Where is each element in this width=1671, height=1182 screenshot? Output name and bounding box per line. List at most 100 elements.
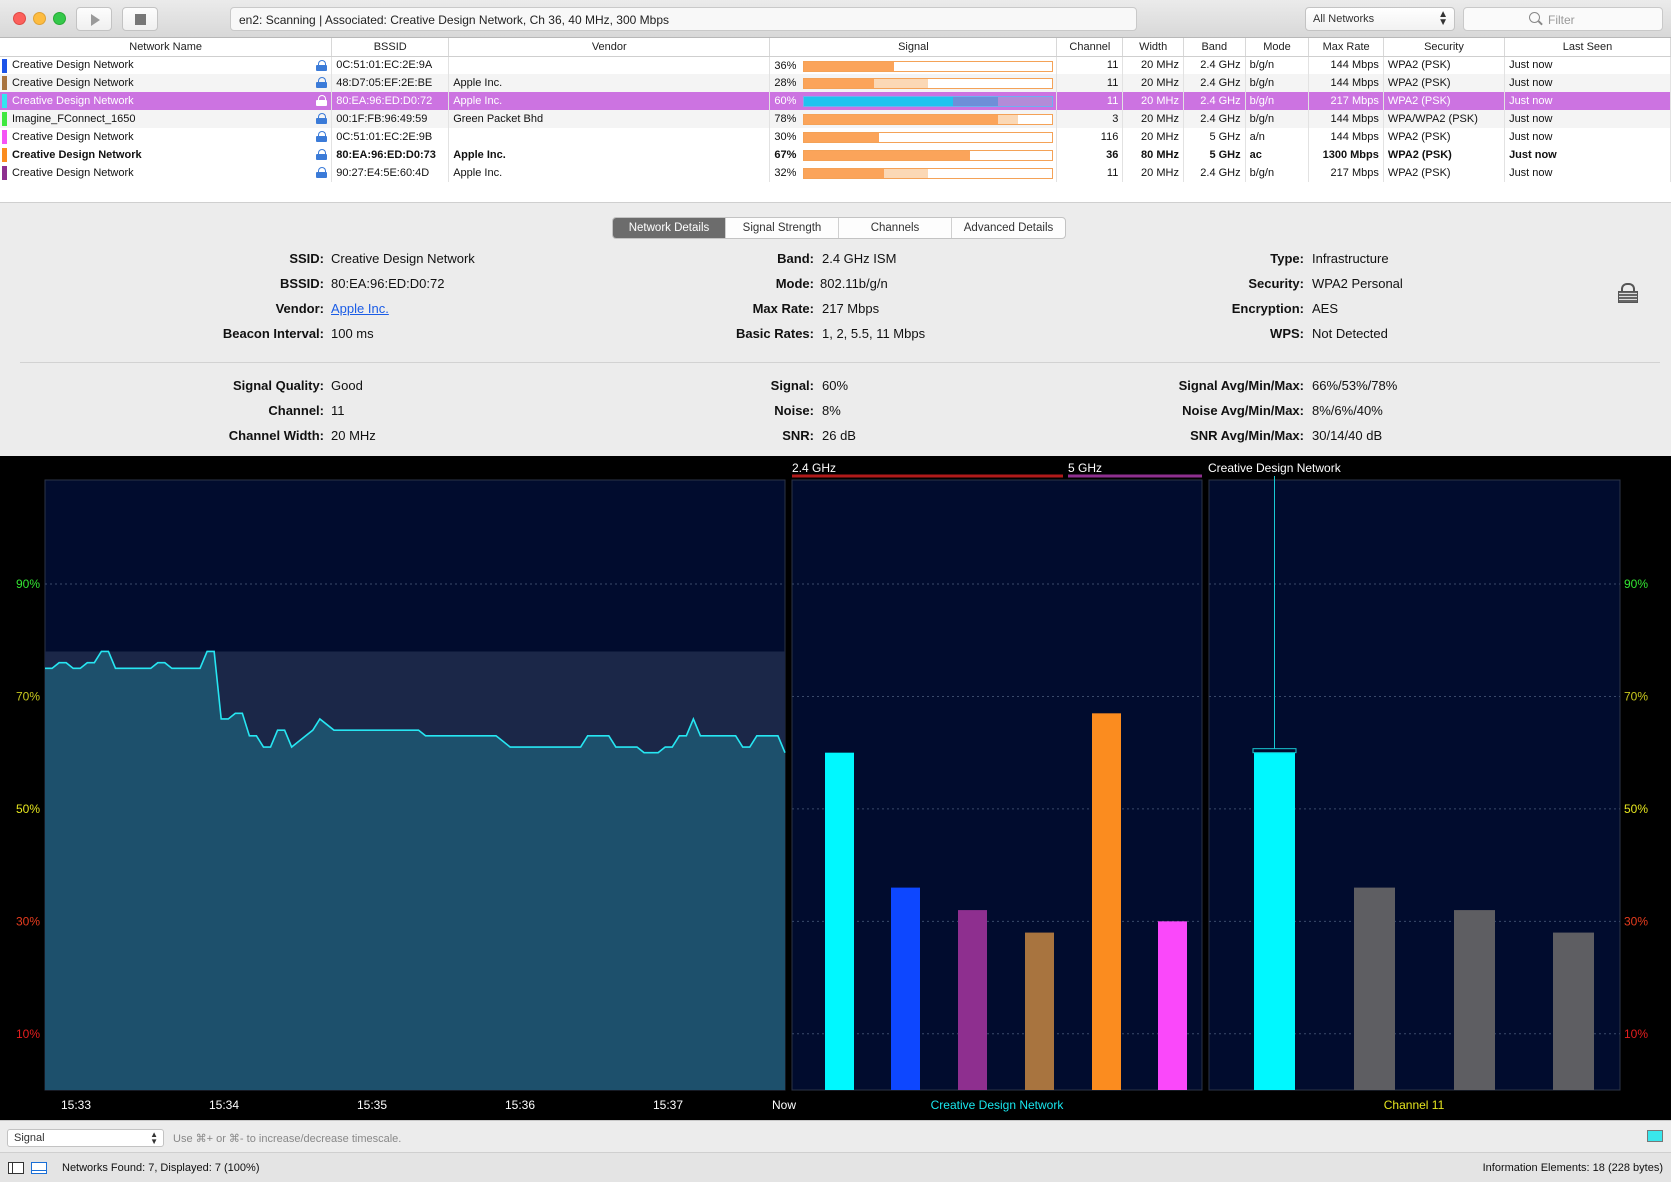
x-tick-label: 15:33	[61, 1098, 91, 1112]
tab-channels[interactable]: Channels	[839, 218, 952, 238]
bssid-cell: 48:D7:05:EF:2E:BE	[331, 74, 450, 92]
network-color-swatch	[2, 58, 7, 73]
security-cell: WPA2 (PSK)	[1383, 92, 1506, 110]
titlebar: en2: Scanning | Associated: Creative Des…	[0, 0, 1671, 38]
lock-icon	[316, 77, 328, 88]
noise-avg-label: Noise Avg/Min/Max:	[1182, 403, 1304, 418]
network-name: Creative Design Network	[12, 95, 134, 107]
information-elements-text: Information Elements: 18 (228 bytes)	[1482, 1162, 1663, 1174]
max-rate-cell: 144 Mbps	[1308, 56, 1384, 74]
table-row[interactable]: Creative Design Network 80:EA:96:ED:D0:73…	[0, 146, 1671, 164]
column-header-width[interactable]: Width	[1122, 38, 1184, 57]
signal-percent: 32%	[774, 167, 797, 179]
lock-icon	[316, 113, 328, 124]
start-scan-button[interactable]	[76, 7, 112, 31]
table-row[interactable]: Creative Design Network 0C:51:01:EC:2E:9B…	[0, 128, 1671, 146]
column-header-max-rate[interactable]: Max Rate	[1308, 38, 1384, 57]
filter-search-input[interactable]: Filter	[1463, 7, 1663, 31]
column-header-security[interactable]: Security	[1383, 38, 1506, 57]
stop-scan-button[interactable]	[122, 7, 158, 31]
y-tick-label-left: 70%	[16, 689, 40, 703]
column-header-signal[interactable]: Signal	[769, 38, 1058, 57]
column-header-last-seen[interactable]: Last Seen	[1504, 38, 1671, 57]
channel-signal-bar	[1553, 932, 1594, 1090]
table-body: Creative Design Network 0C:51:01:EC:2E:9A…	[0, 56, 1671, 182]
x-tick-label: 15:34	[209, 1098, 239, 1112]
ssid-label: SSID:	[289, 251, 324, 266]
column-header-bssid[interactable]: BSSID	[331, 38, 450, 57]
max-rate-value: 217 Mbps	[822, 301, 880, 316]
y-tick-label-left: 50%	[16, 802, 40, 816]
network-signal-bar	[891, 887, 920, 1090]
band-cell: 2.4 GHz	[1183, 110, 1246, 128]
signal-percent: 67%	[774, 149, 797, 161]
channel-cell: 11	[1056, 56, 1124, 74]
column-header-network-name[interactable]: Network Name	[0, 38, 333, 57]
band-cell: 2.4 GHz	[1183, 164, 1246, 182]
width-cell: 20 MHz	[1122, 164, 1184, 182]
network-name-cell: Creative Design Network	[0, 74, 333, 92]
graph-controls-bar: Signal ▲ ▼ Use ⌘+ or ⌘- to increase/decre…	[0, 1120, 1671, 1152]
sidebar-layout-icon[interactable]	[8, 1162, 24, 1174]
y-tick-label-right: 50%	[1624, 802, 1648, 816]
last-seen-cell: Just now	[1504, 92, 1671, 110]
zoom-window-button[interactable]	[53, 12, 66, 25]
channel-cell: 36	[1056, 146, 1124, 164]
table-row[interactable]: Creative Design Network 48:D7:05:EF:2E:BE…	[0, 74, 1671, 92]
bssid-label: BSSID:	[279, 276, 324, 291]
column-header-vendor[interactable]: Vendor	[448, 38, 771, 57]
snr-value: 26 dB	[822, 428, 856, 443]
tab-advanced-details[interactable]: Advanced Details	[952, 218, 1065, 238]
table-row[interactable]: Creative Design Network 90:27:E4:5E:60:4D…	[0, 164, 1671, 182]
security-cell: WPA2 (PSK)	[1383, 164, 1506, 182]
width-cell: 20 MHz	[1122, 74, 1184, 92]
y-tick-label-right: 70%	[1624, 689, 1648, 703]
signal-bar-current	[804, 61, 894, 71]
graph-color-swatch[interactable]	[1647, 1130, 1663, 1142]
lock-icon	[316, 95, 328, 106]
bottom-panel-layout-icon[interactable]	[31, 1162, 47, 1174]
signal-quality-label: Signal Quality:	[232, 378, 324, 393]
column-header-channel[interactable]: Channel	[1056, 38, 1124, 57]
tab-network-details[interactable]: Network Details	[613, 218, 726, 238]
table-row[interactable]: Imagine_FConnect_1650 00:1F:FB:96:49:59 Gr…	[0, 110, 1671, 128]
channel-label: Channel:	[268, 403, 324, 418]
last-seen-cell: Just now	[1504, 110, 1671, 128]
network-name-cell: Creative Design Network	[0, 146, 333, 164]
mode-cell: b/g/n	[1245, 110, 1310, 128]
x-tick-label: 15:35	[357, 1098, 387, 1112]
signal-bar	[803, 168, 1054, 179]
network-signal-bar	[958, 910, 987, 1090]
graph-metric-value: Signal	[14, 1132, 45, 1144]
bssid-cell: 80:EA:96:ED:D0:73	[331, 146, 450, 164]
wps-value: Not Detected	[1312, 326, 1388, 341]
signal-avg-value: 66%/53%/78%	[1312, 378, 1398, 393]
table-row[interactable]: Creative Design Network 0C:51:01:EC:2E:9A…	[0, 56, 1671, 74]
channel-signal-bar	[1454, 910, 1495, 1090]
last-seen-cell: Just now	[1504, 164, 1671, 182]
y-tick-label-left: 90%	[16, 577, 40, 591]
network-name-cell: Creative Design Network	[0, 92, 333, 110]
status-bar: Networks Found: 7, Displayed: 7 (100%) I…	[0, 1152, 1671, 1182]
vendor-label: Vendor:	[275, 301, 324, 316]
tab-signal-strength[interactable]: Signal Strength	[726, 218, 839, 238]
column-header-mode[interactable]: Mode	[1245, 38, 1310, 57]
close-window-button[interactable]	[13, 12, 26, 25]
vendor-cell	[448, 128, 771, 146]
network-filter-select[interactable]: All Networks ▲ ▼	[1305, 7, 1455, 31]
minimize-window-button[interactable]	[33, 12, 46, 25]
band-value: 2.4 GHz ISM	[822, 251, 897, 266]
network-name-cell: Creative Design Network	[0, 56, 333, 74]
width-cell: 20 MHz	[1122, 92, 1184, 110]
max-rate-cell: 144 Mbps	[1308, 74, 1384, 92]
graph-metric-select[interactable]: Signal ▲ ▼	[7, 1129, 164, 1147]
table-row[interactable]: Creative Design Network 80:EA:96:ED:D0:72…	[0, 92, 1671, 110]
security-lock-icon	[1618, 283, 1638, 303]
x-tick-label: 15:36	[505, 1098, 535, 1112]
x-tick-label: 15:37	[653, 1098, 683, 1112]
security-label: Security:	[1248, 276, 1304, 291]
vendor-link[interactable]: Apple Inc.	[331, 301, 389, 316]
encryption-label: Encryption:	[1231, 301, 1304, 316]
column-header-band[interactable]: Band	[1183, 38, 1246, 57]
bssid-cell: 0C:51:01:EC:2E:9B	[331, 128, 450, 146]
